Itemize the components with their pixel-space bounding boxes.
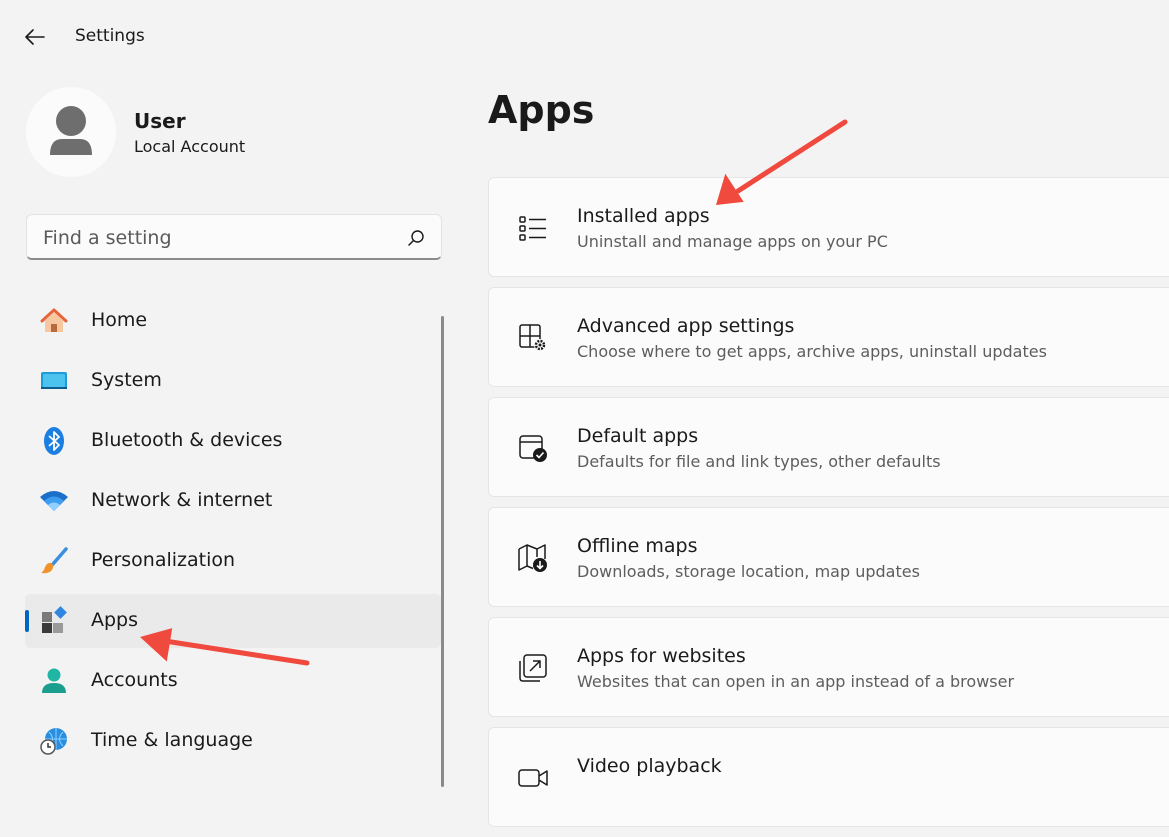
- sidebar-item-accounts[interactable]: Accounts: [25, 654, 441, 708]
- page-title: Apps: [488, 88, 595, 132]
- user-avatar-icon: [50, 106, 92, 155]
- home-icon: [40, 308, 68, 332]
- sidebar-scrollbar[interactable]: [441, 316, 444, 787]
- avatar: [26, 87, 116, 177]
- settings-card-list: Installed apps Uninstall and manage apps…: [488, 177, 1169, 837]
- search-icon[interactable]: [407, 229, 425, 247]
- list-icon: [519, 216, 546, 241]
- apps-icon: [42, 606, 67, 633]
- brush-icon: [41, 547, 68, 574]
- installed-apps-card[interactable]: Installed apps Uninstall and manage apps…: [488, 177, 1169, 277]
- card-title: Advanced app settings: [577, 315, 795, 337]
- accounts-icon: [42, 668, 66, 693]
- card-title: Installed apps: [577, 205, 710, 227]
- advanced-app-settings-card[interactable]: Advanced app settings Choose where to ge…: [488, 287, 1169, 387]
- sidebar-item-time-language[interactable]: Time & language: [25, 714, 441, 768]
- sidebar-item-label: Personalization: [91, 549, 236, 571]
- default-apps-card[interactable]: Default apps Defaults for file and link …: [488, 397, 1169, 497]
- card-title: Offline maps: [577, 535, 698, 557]
- card-subtitle: Uninstall and manage apps on your PC: [577, 232, 888, 251]
- user-name: User: [134, 109, 186, 133]
- offline-maps-card[interactable]: Offline maps Downloads, storage location…: [488, 507, 1169, 607]
- sidebar-item-bluetooth[interactable]: Bluetooth & devices: [25, 414, 441, 468]
- card-title: Default apps: [577, 425, 699, 447]
- open-external-icon: [519, 654, 547, 682]
- sidebar-item-label: Apps: [91, 609, 139, 631]
- search-box[interactable]: [26, 214, 442, 260]
- arrow-left-icon: [25, 29, 45, 45]
- window-title: Settings: [75, 26, 145, 46]
- back-button[interactable]: [22, 24, 48, 50]
- user-profile[interactable]: User Local Account: [26, 87, 446, 177]
- video-camera-icon: [518, 769, 548, 787]
- system-icon: [41, 372, 67, 389]
- card-subtitle: Choose where to get apps, archive apps, …: [577, 342, 1047, 361]
- sidebar-item-personalization[interactable]: Personalization: [25, 534, 441, 588]
- card-title: Video playback: [577, 755, 722, 777]
- sidebar-nav: Home System Bluetooth & devices Network …: [25, 294, 441, 774]
- wifi-icon: [40, 491, 68, 511]
- sidebar-item-label: Accounts: [91, 669, 178, 691]
- card-title: Apps for websites: [577, 645, 746, 667]
- time-language-icon: [40, 728, 67, 755]
- map-download-icon: [518, 544, 547, 572]
- sidebar-item-label: Network & internet: [91, 489, 273, 511]
- selection-indicator: [25, 610, 29, 632]
- search-input[interactable]: [41, 223, 395, 253]
- app-settings-icon: [519, 324, 546, 351]
- sidebar-item-label: Home: [91, 309, 148, 331]
- sidebar-item-label: Time & language: [91, 729, 253, 751]
- sidebar-item-apps[interactable]: Apps: [25, 594, 441, 648]
- sidebar-item-system[interactable]: System: [25, 354, 441, 408]
- apps-for-websites-card[interactable]: Apps for websites Websites that can open…: [488, 617, 1169, 717]
- card-subtitle: Downloads, storage location, map updates: [577, 562, 920, 581]
- video-playback-card[interactable]: Video playback: [488, 727, 1169, 827]
- card-subtitle: Websites that can open in an app instead…: [577, 672, 1015, 691]
- bluetooth-icon: [44, 427, 64, 455]
- account-type: Local Account: [134, 137, 246, 156]
- default-apps-icon: [519, 435, 547, 462]
- sidebar-item-network[interactable]: Network & internet: [25, 474, 441, 528]
- card-subtitle: Defaults for file and link types, other …: [577, 452, 941, 471]
- sidebar-item-label: Bluetooth & devices: [91, 429, 283, 451]
- sidebar-item-label: System: [91, 369, 162, 391]
- title-bar: Settings: [0, 0, 1169, 72]
- sidebar-item-home[interactable]: Home: [25, 294, 441, 348]
